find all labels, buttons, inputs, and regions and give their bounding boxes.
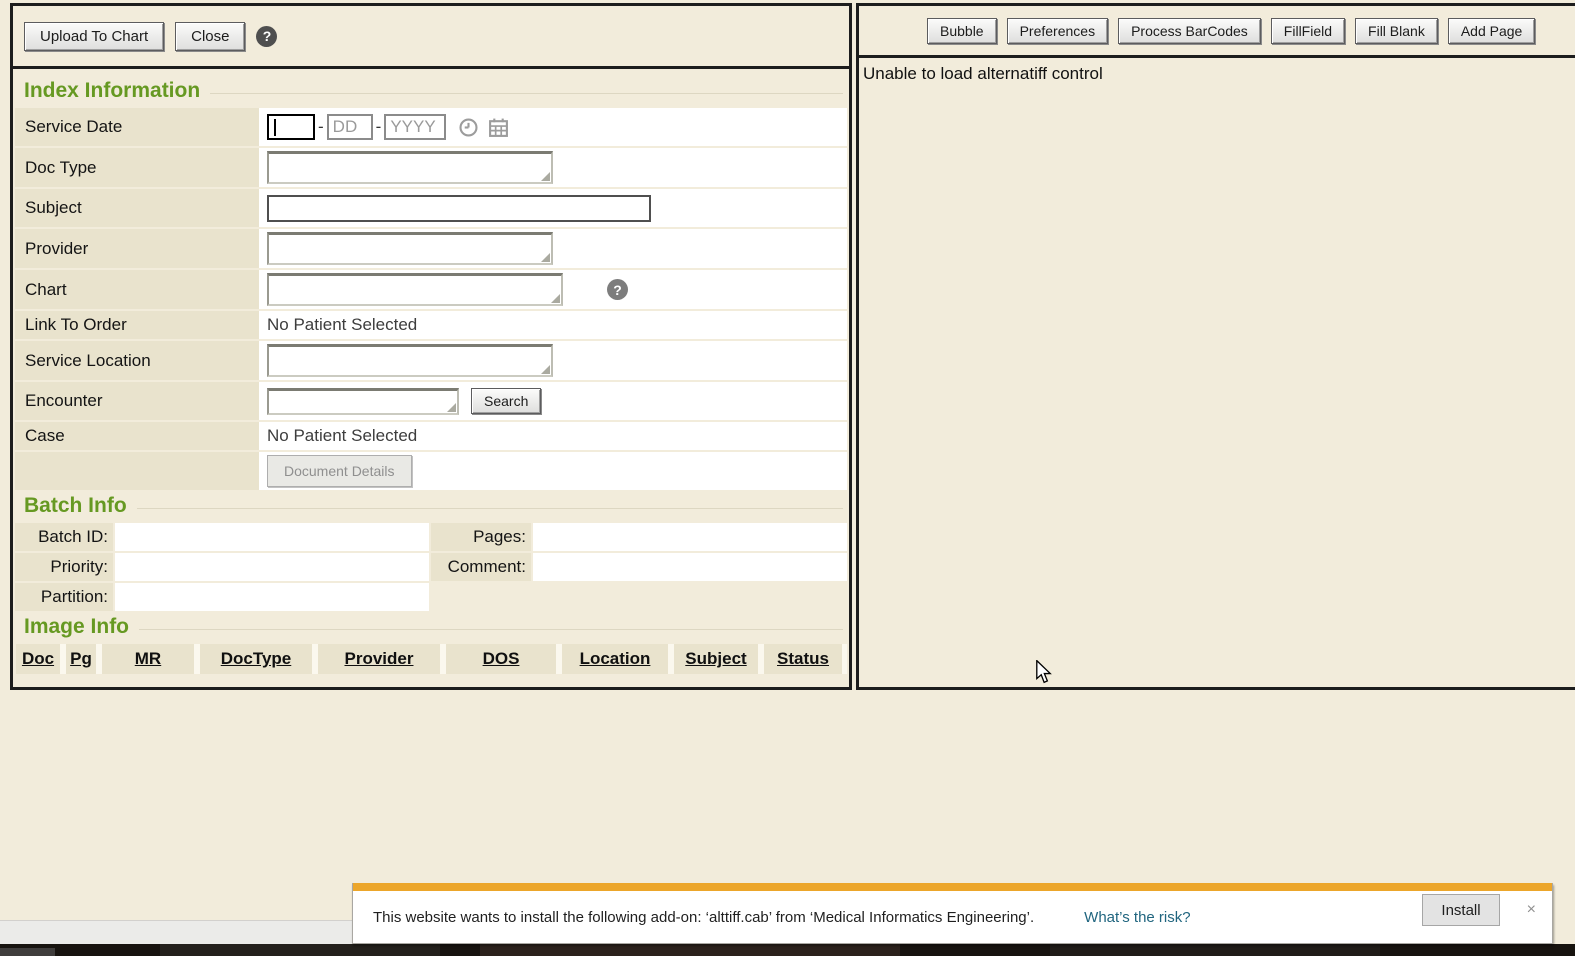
- comment-label: Comment:: [431, 553, 531, 581]
- encounter-search-button[interactable]: Search: [471, 388, 541, 414]
- service-date-row: Service Date - -: [15, 108, 847, 146]
- case-label: Case: [15, 422, 259, 450]
- batch-row-3: Partition:: [15, 583, 847, 611]
- column-header-doctype[interactable]: DocType: [200, 644, 312, 674]
- batch-info-title: Batch Info: [15, 494, 127, 518]
- service-date-label: Service Date: [15, 108, 259, 146]
- viewer-error-message: Unable to load alternatiff control: [859, 58, 1575, 84]
- ie-addon-notification-bar: This website wants to install the follow…: [352, 883, 1553, 944]
- chart-row: Chart ?: [15, 270, 847, 309]
- partition-label: Partition:: [15, 583, 113, 611]
- chart-label: Chart: [15, 270, 259, 309]
- image-info-title: Image Info: [15, 615, 129, 639]
- column-header-provider[interactable]: Provider: [318, 644, 440, 674]
- text-caret: [274, 119, 276, 136]
- pages-value: [533, 523, 847, 551]
- provider-input[interactable]: [267, 232, 553, 265]
- doc-type-row: Doc Type: [15, 148, 847, 187]
- doc-type-label: Doc Type: [15, 148, 259, 187]
- column-header-location[interactable]: Location: [562, 644, 668, 674]
- service-location-row: Service Location: [15, 341, 847, 380]
- batch-id-label: Batch ID:: [15, 523, 113, 551]
- notification-accent-bar: [353, 883, 1552, 891]
- index-information-header: Index Information: [15, 79, 847, 103]
- pages-label: Pages:: [431, 523, 531, 551]
- provider-label: Provider: [15, 229, 259, 268]
- add-page-button[interactable]: Add Page: [1448, 18, 1536, 44]
- preferences-button[interactable]: Preferences: [1007, 18, 1108, 44]
- mouse-cursor-icon: [1035, 660, 1053, 684]
- resize-grip-icon[interactable]: [541, 365, 550, 374]
- chart-help-icon[interactable]: ?: [607, 279, 628, 300]
- notification-message: This website wants to install the follow…: [373, 909, 1034, 926]
- doc-type-input[interactable]: [267, 151, 553, 184]
- fill-blank-button[interactable]: Fill Blank: [1355, 18, 1438, 44]
- column-header-dos[interactable]: DOS: [446, 644, 556, 674]
- fillfield-button[interactable]: FillField: [1271, 18, 1345, 44]
- resize-grip-icon[interactable]: [541, 253, 550, 262]
- service-location-label: Service Location: [15, 341, 259, 380]
- desktop-taskbar-strip: [0, 944, 1575, 956]
- install-button[interactable]: Install: [1422, 894, 1500, 926]
- date-separator: -: [376, 117, 382, 137]
- link-to-order-row: Link To Order No Patient Selected: [15, 311, 847, 339]
- encounter-label: Encounter: [15, 382, 259, 420]
- left-toolbar: Upload To Chart Close ?: [13, 6, 849, 69]
- case-value: No Patient Selected: [261, 422, 847, 450]
- resize-grip-icon[interactable]: [551, 294, 560, 303]
- link-to-order-label: Link To Order: [15, 311, 259, 339]
- section-rule: [139, 629, 843, 630]
- batch-row-2: Priority: Comment:: [15, 553, 847, 581]
- service-date-year-input[interactable]: [384, 114, 446, 140]
- batch-info-header: Batch Info: [15, 494, 847, 518]
- partition-value: [115, 583, 429, 611]
- upload-to-chart-button[interactable]: Upload To Chart: [24, 22, 164, 51]
- column-header-mr[interactable]: MR: [102, 644, 194, 674]
- link-to-order-value: No Patient Selected: [261, 311, 847, 339]
- subject-label: Subject: [15, 189, 259, 227]
- service-date-day-input[interactable]: [327, 114, 373, 140]
- case-row: Case No Patient Selected: [15, 422, 847, 450]
- resize-grip-icon[interactable]: [541, 172, 550, 181]
- document-details-button[interactable]: Document Details: [267, 455, 412, 487]
- index-form: Index Information Service Date - -: [13, 69, 849, 674]
- close-button[interactable]: Close: [175, 22, 245, 51]
- column-header-subject[interactable]: Subject: [674, 644, 758, 674]
- image-info-header: Image Info: [15, 615, 847, 639]
- column-header-pg[interactable]: Pg: [66, 644, 96, 674]
- batch-id-value: [115, 523, 429, 551]
- column-header-status[interactable]: Status: [764, 644, 842, 674]
- date-separator: -: [318, 117, 324, 137]
- document-details-row: Document Details: [15, 452, 847, 490]
- encounter-row: Encounter Search: [15, 382, 847, 420]
- priority-label: Priority:: [15, 553, 113, 581]
- batch-row-1: Batch ID: Pages:: [15, 523, 847, 551]
- whats-the-risk-link[interactable]: What’s the risk?: [1084, 909, 1190, 926]
- bubble-button[interactable]: Bubble: [927, 18, 997, 44]
- comment-value: [533, 553, 847, 581]
- clock-icon[interactable]: [458, 117, 479, 138]
- notification-close-icon[interactable]: ×: [1527, 901, 1536, 919]
- subject-row: Subject: [15, 189, 847, 227]
- provider-row: Provider: [15, 229, 847, 268]
- priority-value: [115, 553, 429, 581]
- index-panel: Upload To Chart Close ? Index Informatio…: [10, 3, 852, 690]
- index-information-title: Index Information: [15, 79, 200, 103]
- viewer-toolbar: Bubble Preferences Process BarCodes Fill…: [859, 6, 1575, 58]
- help-icon[interactable]: ?: [256, 26, 277, 47]
- image-info-column-headers: Doc Pg MR DocType Provider DOS Location …: [16, 644, 847, 674]
- resize-grip-icon[interactable]: [447, 403, 456, 412]
- viewer-panel: Bubble Preferences Process BarCodes Fill…: [856, 3, 1575, 690]
- document-details-spacer: [15, 452, 259, 490]
- service-location-input[interactable]: [267, 344, 553, 377]
- calendar-icon[interactable]: [488, 117, 509, 138]
- encounter-input[interactable]: [267, 388, 459, 415]
- process-barcodes-button[interactable]: Process BarCodes: [1118, 18, 1261, 44]
- column-header-doc[interactable]: Doc: [16, 644, 60, 674]
- subject-input[interactable]: [267, 195, 651, 222]
- section-rule: [137, 508, 843, 509]
- section-rule: [210, 93, 843, 94]
- chart-input[interactable]: [267, 273, 563, 306]
